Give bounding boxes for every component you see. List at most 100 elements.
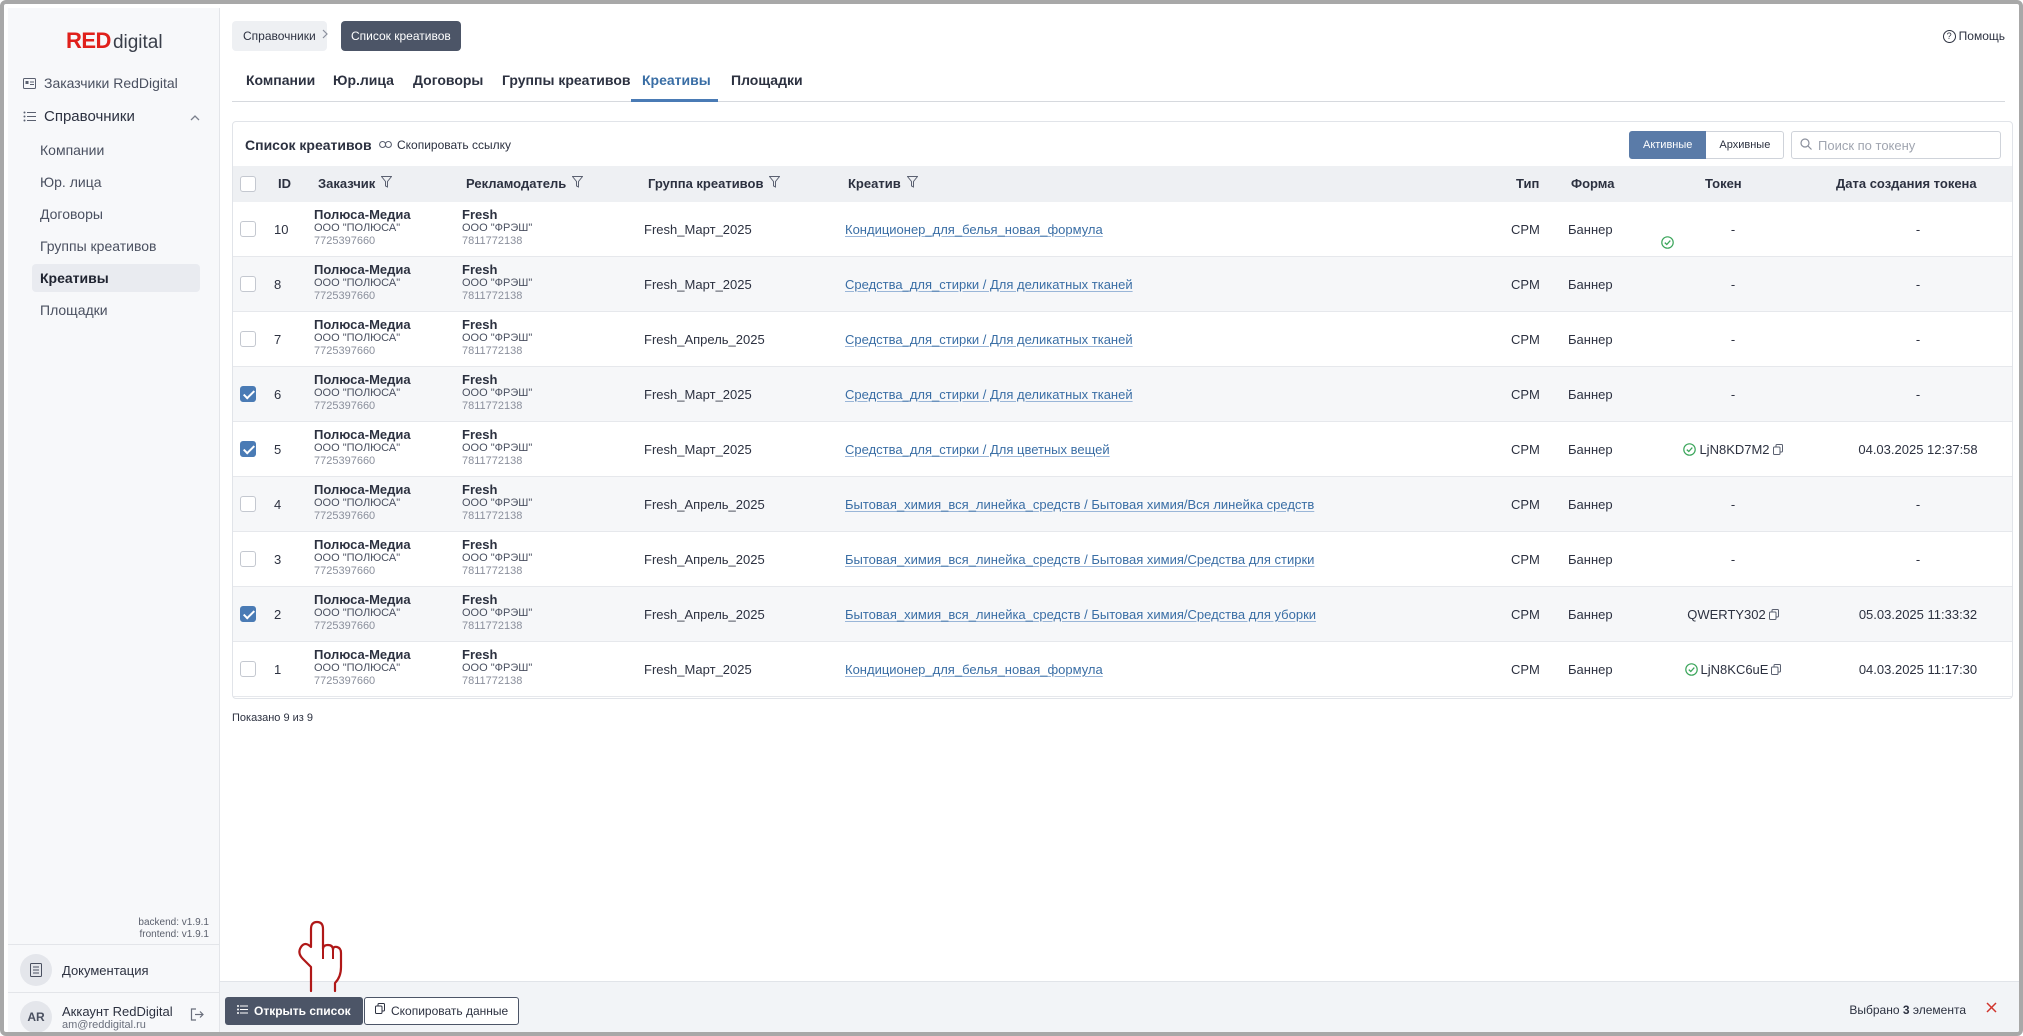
customer-name[interactable]: Полюса-Медиа (314, 428, 411, 442)
advertiser-name[interactable]: Fresh (462, 373, 532, 387)
documentation-link[interactable]: Документация (20, 954, 149, 986)
advertiser-name[interactable]: Fresh (462, 483, 532, 497)
row-checkbox[interactable] (240, 386, 256, 402)
row-checkbox[interactable] (240, 441, 256, 457)
row-checkbox[interactable] (240, 606, 256, 622)
close-icon[interactable] (1986, 1000, 1997, 1017)
breadcrumb-root[interactable]: Справочники (232, 21, 327, 51)
column-advertiser[interactable]: Рекламодатель (466, 176, 584, 191)
breadcrumb-current[interactable]: Список креативов (341, 21, 461, 51)
row-checkbox[interactable] (240, 331, 256, 347)
sidebar-item-creative-groups[interactable]: Группы креативов (40, 232, 156, 260)
logo[interactable]: RED digital (66, 28, 163, 54)
customer-name[interactable]: Полюса-Медиа (314, 648, 411, 662)
funnel-icon[interactable] (906, 176, 919, 191)
cell-advertiser: Fresh ООО "ФРЭШ" 7811772138 (462, 208, 532, 248)
column-creative[interactable]: Креатив (848, 176, 919, 191)
column-customer-label: Заказчик (318, 176, 376, 191)
advertiser-name[interactable]: Fresh (462, 538, 532, 552)
table-row[interactable]: 8 Полюса-Медиа ООО "ПОЛЮСА" 7725397660 Fresh… (233, 257, 2012, 312)
tab-companies[interactable]: Компании (246, 72, 315, 88)
sidebar-item-companies[interactable]: Компании (40, 136, 104, 164)
column-form[interactable]: Форма (1571, 176, 1614, 191)
advertiser-name[interactable]: Fresh (462, 593, 532, 607)
sidebar-group-directories[interactable]: Справочники (22, 104, 135, 128)
select-all-checkbox[interactable] (240, 176, 256, 192)
token-search-input[interactable]: Поиск по токену (1791, 131, 2001, 159)
column-type[interactable]: Тип (1516, 176, 1539, 191)
sidebar-item-legal-entities[interactable]: Юр. лица (40, 168, 102, 196)
customer-name[interactable]: Полюса-Медиа (314, 263, 411, 277)
customer-name[interactable]: Полюса-Медиа (314, 538, 411, 552)
creative-link[interactable]: Средства_для_стирки / Для деликатных тка… (845, 332, 1133, 347)
column-token-date[interactable]: Дата создания токена (1836, 176, 1977, 191)
advertiser-name[interactable]: Fresh (462, 428, 532, 442)
hand-pointer-icon (298, 920, 343, 993)
creative-link[interactable]: Средства_для_стирки / Для цветных вещей (845, 442, 1110, 457)
creative-link[interactable]: Бытовая_химия_вся_линейка_средств / Быто… (845, 607, 1316, 622)
open-list-button[interactable]: Открыть список (225, 997, 363, 1025)
table-row[interactable]: 10 Полюса-Медиа ООО "ПОЛЮСА" 7725397660 Fres… (233, 202, 2012, 257)
tab-platforms[interactable]: Площадки (731, 72, 803, 88)
chevron-up-icon[interactable] (190, 112, 200, 124)
creative-link[interactable]: Бытовая_химия_вся_линейка_средств / Быто… (845, 552, 1314, 567)
customer-name[interactable]: Полюса-Медиа (314, 593, 411, 607)
table-row[interactable]: 2 Полюса-Медиа ООО "ПОЛЮСА" 7725397660 Fresh… (233, 587, 2012, 642)
customer-org: ООО "ПОЛЮСА" (314, 662, 401, 674)
table-row[interactable]: 4 Полюса-Медиа ООО "ПОЛЮСА" 7725397660 Fresh… (233, 477, 2012, 532)
funnel-icon[interactable] (768, 176, 781, 191)
logout-icon[interactable] (190, 1008, 204, 1024)
filter-active-button[interactable]: Активные (1629, 131, 1707, 159)
customer-name[interactable]: Полюса-Медиа (314, 483, 411, 497)
sidebar-item-contracts[interactable]: Договоры (40, 200, 103, 228)
creative-link[interactable]: Бытовая_химия_вся_линейка_средств / Быто… (845, 497, 1314, 512)
column-id[interactable]: ID (278, 176, 291, 191)
creative-link[interactable]: Средства_для_стирки / Для деликатных тка… (845, 277, 1133, 292)
row-checkbox[interactable] (240, 221, 256, 237)
copy-icon[interactable] (1768, 609, 1779, 623)
tab-contracts[interactable]: Договоры (413, 72, 483, 88)
tab-creative-groups[interactable]: Группы креативов (502, 72, 631, 88)
tab-legal-entities[interactable]: Юр.лица (333, 72, 394, 88)
account-block[interactable]: AR Аккаунт RedDigital am@reddigital.ru (20, 1001, 173, 1032)
customer-name[interactable]: Полюса-Медиа (314, 318, 411, 332)
creative-link[interactable]: Кондиционер_для_белья_новая_формула (845, 222, 1103, 237)
sidebar-item-customers[interactable]: Заказчики RedDigital (22, 71, 178, 95)
row-checkbox[interactable] (240, 496, 256, 512)
sidebar-item-platforms[interactable]: Площадки (40, 296, 108, 324)
copy-icon[interactable] (1771, 664, 1782, 678)
copy-link-button[interactable]: Скопировать ссылку (379, 138, 511, 152)
advertiser-name[interactable]: Fresh (462, 208, 532, 222)
tab-creatives[interactable]: Креативы (642, 72, 711, 88)
advertiser-name[interactable]: Fresh (462, 263, 532, 277)
advertiser-name[interactable]: Fresh (462, 648, 532, 662)
copy-data-button[interactable]: Скопировать данные (364, 997, 520, 1025)
table-row[interactable]: 1 Полюса-Медиа ООО "ПОЛЮСА" 7725397660 Fresh… (233, 642, 2012, 697)
cell-token-date: 04.03.2025 12:37:58 (1858, 442, 1978, 457)
row-checkbox[interactable] (240, 661, 256, 677)
creative-link[interactable]: Средства_для_стирки / Для деликатных тка… (845, 387, 1133, 402)
sidebar-item-creatives[interactable]: Креативы (32, 264, 200, 292)
cell-creative-group: Fresh_Апрель_2025 (644, 552, 765, 567)
account-name: Аккаунт RedDigital (62, 1003, 173, 1019)
table-row[interactable]: 3 Полюса-Медиа ООО "ПОЛЮСА" 7725397660 Fresh… (233, 532, 2012, 587)
creative-link[interactable]: Кондиционер_для_белья_новая_формула (845, 662, 1103, 677)
copy-icon[interactable] (1772, 444, 1783, 458)
table-row[interactable]: 7 Полюса-Медиа ООО "ПОЛЮСА" 7725397660 Fresh… (233, 312, 2012, 367)
advertiser-name[interactable]: Fresh (462, 318, 532, 332)
column-token[interactable]: Токен (1705, 176, 1742, 191)
customer-name[interactable]: Полюса-Медиа (314, 373, 411, 387)
column-customer[interactable]: Заказчик (318, 176, 393, 191)
row-checkbox[interactable] (240, 551, 256, 567)
funnel-icon[interactable] (571, 176, 584, 191)
table-row[interactable]: 5 Полюса-Медиа ООО "ПОЛЮСА" 7725397660 Fresh… (233, 422, 2012, 477)
column-creative-group[interactable]: Группа креативов (648, 176, 781, 191)
advertiser-org: ООО "ФРЭШ" (462, 442, 533, 454)
row-checkbox[interactable] (240, 276, 256, 292)
filter-archived-button[interactable]: Архивные (1706, 131, 1785, 159)
help-link[interactable]: ? Помощь (1942, 29, 2005, 43)
funnel-icon[interactable] (380, 176, 393, 191)
customer-name[interactable]: Полюса-Медиа (314, 208, 411, 222)
table-row[interactable]: 6 Полюса-Медиа ООО "ПОЛЮСА" 7725397660 Fresh… (233, 367, 2012, 422)
table-header: ID Заказчик Рекламодатель Группа креатив… (233, 166, 2012, 202)
